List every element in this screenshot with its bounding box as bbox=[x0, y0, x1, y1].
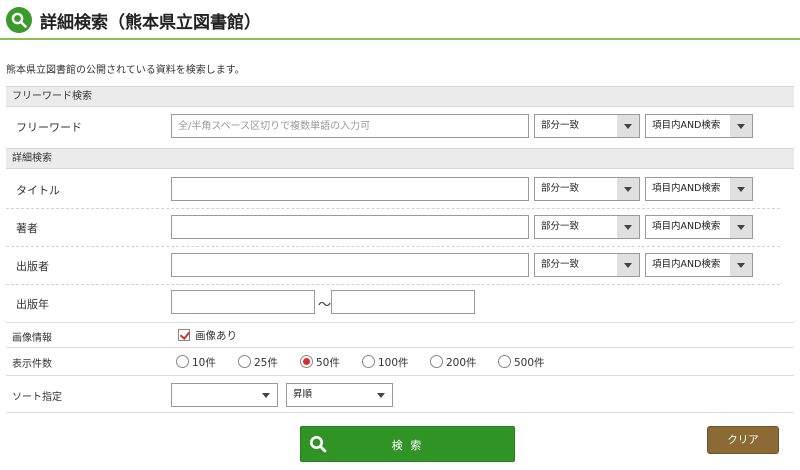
chevron-down-icon bbox=[730, 178, 752, 200]
section-header-detail: 詳細検索 bbox=[6, 148, 794, 169]
pubyear-label: 出版年 bbox=[16, 298, 49, 311]
pubyear-to-input[interactable] bbox=[331, 290, 475, 314]
search-icon bbox=[6, 7, 32, 33]
publisher-logic-select[interactable]: 項目内AND検索 bbox=[645, 253, 753, 277]
publisher-match-select[interactable]: 部分一致 bbox=[534, 253, 640, 277]
radio-count-25-label[interactable]: 25件 bbox=[254, 355, 278, 370]
intro-text: 熊本県立図書館の公開されている資料を検索します。 bbox=[6, 65, 245, 76]
display-count-label: 表示件数 bbox=[12, 359, 52, 370]
sort-label: ソート指定 bbox=[12, 392, 62, 403]
page-header: 詳細検索（熊本県立図書館） bbox=[0, 0, 800, 40]
radio-count-500[interactable] bbox=[498, 355, 511, 368]
radio-count-50-label[interactable]: 50件 bbox=[316, 355, 340, 370]
section-header-freeword: フリーワード検索 bbox=[6, 86, 794, 107]
chevron-down-icon bbox=[255, 384, 277, 406]
title-input[interactable] bbox=[171, 177, 529, 201]
publisher-match-value: 部分一致 bbox=[541, 259, 580, 270]
publisher-logic-value: 項目内AND検索 bbox=[652, 259, 721, 270]
row-divider bbox=[6, 375, 794, 376]
author-logic-value: 項目内AND検索 bbox=[652, 221, 721, 232]
image-info-label: 画像情報 bbox=[12, 333, 52, 344]
image-available-checkbox[interactable] bbox=[178, 329, 190, 341]
chevron-down-icon bbox=[617, 216, 639, 238]
radio-count-25[interactable] bbox=[238, 355, 251, 368]
range-separator: ～ bbox=[318, 298, 332, 313]
radio-count-200-label[interactable]: 200件 bbox=[446, 355, 477, 370]
title-match-value: 部分一致 bbox=[541, 183, 580, 194]
chevron-down-icon bbox=[730, 254, 752, 276]
sort-order-select[interactable]: 昇順 bbox=[286, 383, 393, 407]
radio-count-100[interactable] bbox=[362, 355, 375, 368]
freeword-input[interactable] bbox=[171, 114, 529, 138]
chevron-down-icon bbox=[617, 254, 639, 276]
chevron-down-icon bbox=[617, 115, 639, 137]
chevron-down-icon bbox=[730, 115, 752, 137]
chevron-down-icon bbox=[370, 384, 392, 406]
image-available-label[interactable]: 画像あり bbox=[195, 328, 237, 343]
sort-field-select[interactable] bbox=[171, 383, 278, 407]
row-divider bbox=[6, 322, 794, 323]
pubyear-from-input[interactable] bbox=[171, 290, 315, 314]
row-divider bbox=[6, 347, 794, 348]
radio-count-200[interactable] bbox=[430, 355, 443, 368]
freeword-match-select[interactable]: 部分一致 bbox=[534, 114, 640, 138]
freeword-match-value: 部分一致 bbox=[541, 120, 580, 131]
row-divider bbox=[6, 246, 780, 247]
radio-count-10-label[interactable]: 10件 bbox=[192, 355, 216, 370]
author-logic-select[interactable]: 項目内AND検索 bbox=[645, 215, 753, 239]
row-divider bbox=[6, 412, 794, 413]
radio-count-100-label[interactable]: 100件 bbox=[378, 355, 409, 370]
row-divider bbox=[6, 208, 780, 209]
clear-button[interactable]: クリア bbox=[707, 426, 779, 454]
title-label: タイトル bbox=[16, 184, 60, 197]
radio-count-10[interactable] bbox=[176, 355, 189, 368]
author-label: 著者 bbox=[16, 222, 38, 235]
publisher-input[interactable] bbox=[171, 253, 529, 277]
title-match-select[interactable]: 部分一致 bbox=[534, 177, 640, 201]
freeword-logic-value: 項目内AND検索 bbox=[652, 120, 721, 131]
freeword-logic-select[interactable]: 項目内AND検索 bbox=[645, 114, 753, 138]
title-logic-value: 項目内AND検索 bbox=[652, 183, 721, 194]
search-button-label: 検 索 bbox=[391, 439, 424, 452]
page-title: 詳細検索（熊本県立図書館） bbox=[40, 13, 261, 33]
author-match-value: 部分一致 bbox=[541, 221, 580, 232]
search-button[interactable]: 検 索 bbox=[300, 426, 515, 462]
publisher-label: 出版者 bbox=[16, 260, 49, 273]
author-match-select[interactable]: 部分一致 bbox=[534, 215, 640, 239]
chevron-down-icon bbox=[730, 216, 752, 238]
chevron-down-icon bbox=[617, 178, 639, 200]
radio-count-500-label[interactable]: 500件 bbox=[514, 355, 545, 370]
title-logic-select[interactable]: 項目内AND検索 bbox=[645, 177, 753, 201]
sort-order-value: 昇順 bbox=[293, 389, 313, 400]
freeword-label: フリーワード bbox=[16, 121, 82, 134]
radio-count-50[interactable] bbox=[300, 355, 313, 368]
author-input[interactable] bbox=[171, 215, 529, 239]
row-divider bbox=[6, 284, 780, 285]
